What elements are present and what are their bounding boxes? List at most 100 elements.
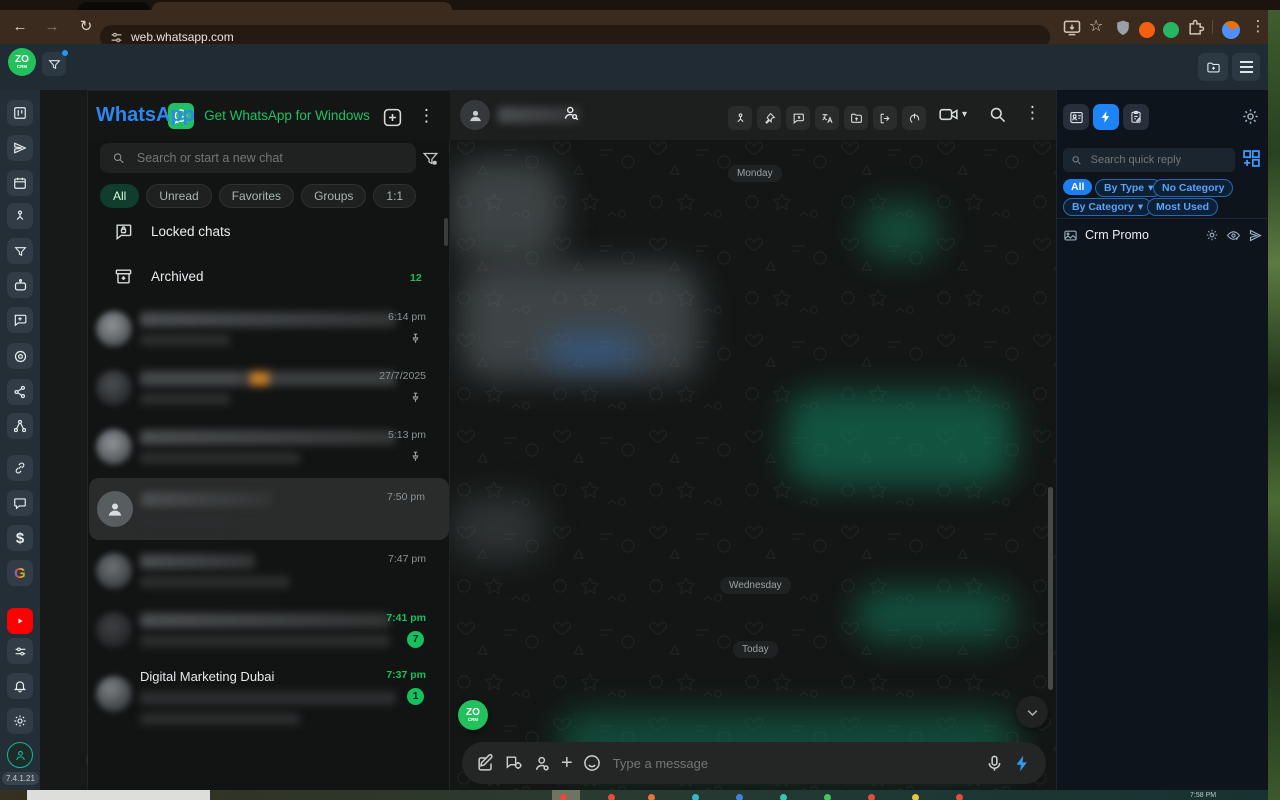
chat-search-input[interactable]	[135, 150, 404, 166]
send-campaign-icon[interactable]	[7, 135, 33, 161]
item-settings-gear-icon[interactable]	[1205, 228, 1219, 242]
taskbar-icon[interactable]	[780, 794, 787, 800]
taskbar-icon[interactable]	[912, 794, 919, 800]
filter-chip-favorites[interactable]: Favorites	[219, 184, 294, 208]
back-button[interactable]: ←	[8, 10, 32, 44]
taskbar-icon[interactable]	[560, 794, 567, 800]
target-icon[interactable]	[7, 343, 33, 369]
filter-chip-groups[interactable]: Groups	[301, 184, 366, 208]
tab-notes[interactable]	[1123, 104, 1149, 130]
scroll-to-bottom-button[interactable]	[1016, 696, 1048, 728]
chat-list-scrollbar[interactable]	[444, 218, 448, 246]
chatbot-icon[interactable]	[7, 272, 33, 298]
crm-menu-button[interactable]	[1232, 53, 1260, 81]
crm-logo[interactable]: ZO CRM	[8, 48, 36, 76]
quick-reply-settings-icon[interactable]	[504, 753, 524, 773]
crm-floating-button[interactable]: ZO CRM	[458, 700, 488, 730]
translate-action[interactable]	[815, 106, 839, 130]
settings-gear-icon[interactable]	[7, 708, 33, 734]
chat-filter-button[interactable]	[422, 150, 439, 167]
chat-row[interactable]: 7:41 pm 7	[88, 601, 450, 660]
chat-row[interactable]: 6:14 pm	[88, 300, 450, 359]
account-icon[interactable]	[7, 742, 33, 768]
contact-lookup-icon[interactable]	[562, 104, 580, 122]
crm-workflow-action[interactable]	[728, 106, 752, 130]
kanban-board-icon[interactable]	[7, 100, 33, 126]
calendar-icon[interactable]	[7, 170, 33, 196]
chat-row[interactable]: 5:13 pm	[88, 418, 450, 477]
power-toggle-action[interactable]	[902, 106, 926, 130]
google-icon[interactable]: G	[7, 560, 33, 586]
chat-row[interactable]: Digital Marketing Dubai 7:37 pm 1	[88, 660, 450, 734]
sliders-icon[interactable]	[7, 638, 33, 664]
message-input[interactable]	[611, 755, 976, 772]
new-folder-button[interactable]	[1198, 53, 1228, 81]
extension-icon-green[interactable]	[1163, 22, 1179, 38]
browser-tab-group[interactable]	[78, 2, 150, 10]
search-in-chat-button[interactable]	[988, 105, 1007, 124]
youtube-icon[interactable]	[7, 608, 33, 634]
taskbar-icon[interactable]	[692, 794, 699, 800]
add-quick-reply-button[interactable]	[1241, 148, 1262, 169]
taskbar-icon[interactable]	[736, 794, 743, 800]
reload-button[interactable]: ↻	[74, 10, 98, 44]
filter-funnel-icon[interactable]	[7, 238, 33, 264]
contact-avatar[interactable]	[460, 100, 490, 130]
new-chat-button[interactable]	[382, 107, 403, 128]
archived-row[interactable]: Archived	[114, 267, 204, 286]
install-app-icon[interactable]	[1062, 18, 1082, 38]
quick-reply-search-bar[interactable]	[1063, 148, 1235, 172]
compose-template-icon[interactable]	[476, 754, 495, 773]
pin-chat-action[interactable]	[757, 106, 781, 130]
adblock-shield-icon[interactable]	[1113, 18, 1133, 38]
tab-quick-replies[interactable]	[1093, 104, 1119, 130]
profile-avatar[interactable]	[1222, 21, 1240, 39]
send-quick-reply-bolt-icon[interactable]	[1013, 754, 1032, 773]
chat-row[interactable]: 7:47 pm	[88, 542, 450, 601]
taskbar-icon[interactable]	[824, 794, 831, 800]
export-chat-action[interactable]	[873, 106, 897, 130]
chat-list-menu-kebab[interactable]: ⋮	[418, 106, 435, 126]
send-item-icon[interactable]	[1248, 228, 1263, 243]
forward-button[interactable]: →	[40, 10, 64, 44]
payments-icon[interactable]: $	[7, 525, 33, 551]
microphone-icon[interactable]	[985, 754, 1004, 773]
quick-reply-search-input[interactable]	[1089, 153, 1227, 167]
qr-filter-no-category[interactable]: No Category	[1153, 179, 1233, 197]
notifications-bell-icon[interactable]	[7, 673, 33, 699]
share-nodes-icon[interactable]	[7, 379, 33, 405]
filter-chip-1to1[interactable]: 1:1	[373, 184, 416, 208]
move-to-folder-action[interactable]	[844, 106, 868, 130]
chat-menu-kebab[interactable]: ⋮	[1024, 103, 1041, 123]
attach-plus-icon[interactable]: +	[561, 753, 573, 773]
qr-filter-all[interactable]: All	[1063, 179, 1092, 195]
chat-row-selected[interactable]: 7:50 pm	[89, 478, 449, 540]
browser-active-tab[interactable]	[152, 2, 452, 10]
chat-search-bar[interactable]	[100, 143, 416, 173]
message-plus-icon[interactable]	[7, 307, 33, 333]
taskbar-icon[interactable]	[608, 794, 615, 800]
preview-edit-eye-icon[interactable]	[1226, 228, 1241, 243]
browser-menu-kebab-icon[interactable]: ⋮	[1246, 10, 1270, 44]
support-chat-icon[interactable]	[7, 490, 33, 516]
emoji-icon[interactable]	[582, 753, 602, 773]
tab-contacts[interactable]	[1063, 104, 1089, 130]
locked-chats-row[interactable]: Locked chats	[114, 222, 231, 241]
taskbar-icon[interactable]	[648, 794, 655, 800]
crm-filter-button[interactable]	[42, 52, 66, 76]
chat-row[interactable]: 27/7/2025	[88, 359, 450, 418]
extension-icon-orange[interactable]	[1139, 22, 1155, 38]
site-settings-icon[interactable]	[110, 31, 123, 44]
quick-reply-item[interactable]: Crm Promo	[1063, 224, 1263, 246]
taskbar-icon[interactable]	[956, 794, 963, 800]
panel-settings-button[interactable]	[1241, 107, 1260, 126]
filter-chip-unread[interactable]: Unread	[146, 184, 211, 208]
filter-chip-all[interactable]: All	[100, 184, 139, 208]
taskbar-icon[interactable]	[868, 794, 875, 800]
clear-messages-action[interactable]	[786, 106, 810, 130]
bookmark-star-icon[interactable]: ☆	[1084, 10, 1108, 44]
video-call-button[interactable]: ▾	[938, 104, 967, 125]
integration-nodes-icon[interactable]	[7, 413, 33, 439]
extensions-puzzle-icon[interactable]	[1186, 18, 1206, 38]
contact-action-icon[interactable]	[533, 754, 552, 773]
